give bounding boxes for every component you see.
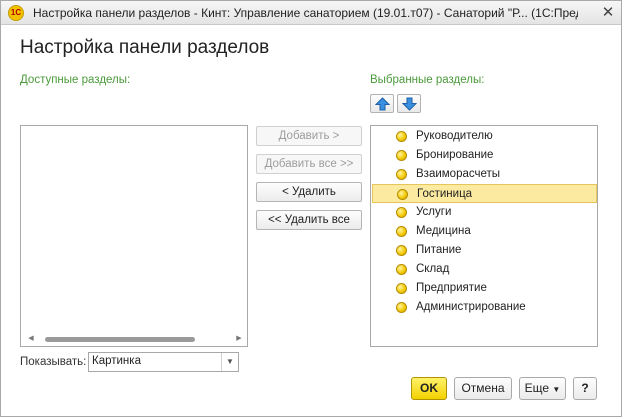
list-item[interactable]: Питание — [372, 241, 597, 260]
list-item[interactable]: Медицина — [372, 222, 597, 241]
list-item-label: Гостиница — [417, 188, 473, 200]
help-button[interactable]: ? — [573, 377, 597, 400]
list-item-label: Услуги — [416, 206, 452, 218]
selected-sections-label: Выбранные разделы: — [370, 74, 485, 86]
selected-sections-list[interactable]: Руководителю Бронирование Взаиморасчеты Гос… — [370, 125, 598, 347]
close-icon[interactable]: ✕ — [599, 4, 617, 22]
arrow-up-icon — [375, 97, 390, 111]
list-item[interactable]: Взаиморасчеты — [372, 165, 597, 184]
list-item[interactable]: Предприятие — [372, 279, 597, 298]
display-mode-select[interactable]: Картинка ▼ — [88, 352, 239, 372]
window-title: Настройка панели разделов - Кинт: Управл… — [33, 6, 578, 20]
ok-button[interactable]: OK — [411, 377, 447, 400]
section-bullet-icon — [396, 264, 407, 275]
available-sections-list[interactable]: ◀ ▶ — [20, 125, 248, 347]
horizontal-scrollbar[interactable]: ◀ ▶ — [23, 334, 245, 344]
list-item[interactable]: Услуги — [372, 203, 597, 222]
remove-all-button[interactable]: << Удалить все — [256, 210, 362, 230]
list-item-label: Взаиморасчеты — [416, 168, 501, 180]
section-bullet-icon — [396, 207, 407, 218]
display-mode-value: Картинка — [92, 355, 141, 367]
section-bullet-icon — [396, 226, 407, 237]
display-mode-label: Показывать: — [20, 356, 87, 368]
section-bullet-icon — [396, 283, 407, 294]
app-logo-icon: 1С — [8, 5, 24, 21]
dialog-window: 1С Настройка панели разделов - Кинт: Упр… — [0, 0, 622, 417]
cancel-button[interactable]: Отмена — [454, 377, 512, 400]
list-item-label: Руководителю — [416, 130, 493, 142]
remove-button[interactable]: < Удалить — [256, 182, 362, 202]
chevron-down-icon: ▼ — [552, 385, 561, 394]
list-item[interactable]: Склад — [372, 260, 597, 279]
more-button[interactable]: Еще ▼ — [519, 377, 566, 400]
list-item-label: Склад — [416, 263, 450, 275]
chevron-down-icon[interactable]: ▼ — [221, 353, 238, 371]
section-bullet-icon — [396, 131, 407, 142]
available-sections-label: Доступные разделы: — [20, 74, 131, 86]
section-bullet-icon — [396, 245, 407, 256]
list-item-label: Питание — [416, 244, 462, 256]
scroll-left-icon[interactable]: ◀ — [27, 334, 35, 344]
move-up-button[interactable] — [370, 94, 394, 113]
list-item[interactable]: Руководителю — [372, 127, 597, 146]
section-bullet-icon — [396, 150, 407, 161]
more-button-label: Еще — [524, 381, 550, 395]
page-title: Настройка панели разделов — [20, 37, 270, 58]
list-item[interactable]: Бронирование — [372, 146, 597, 165]
add-button[interactable]: Добавить > — [256, 126, 362, 146]
list-item[interactable]: Гостиница — [372, 184, 597, 203]
scroll-right-icon[interactable]: ▶ — [235, 334, 243, 344]
section-bullet-icon — [397, 189, 408, 200]
list-item-label: Предприятие — [416, 282, 487, 294]
list-item-label: Медицина — [416, 225, 471, 237]
arrow-down-icon — [402, 97, 417, 111]
move-down-button[interactable] — [397, 94, 421, 113]
title-bar[interactable]: 1С Настройка панели разделов - Кинт: Упр… — [1, 1, 621, 25]
add-all-button[interactable]: Добавить все >> — [256, 154, 362, 174]
list-item[interactable]: Администрирование — [372, 298, 597, 317]
section-bullet-icon — [396, 169, 407, 180]
section-bullet-icon — [396, 302, 407, 313]
list-item-label: Администрирование — [416, 301, 526, 313]
list-item-label: Бронирование — [416, 149, 494, 161]
scrollbar-thumb[interactable] — [45, 337, 195, 342]
